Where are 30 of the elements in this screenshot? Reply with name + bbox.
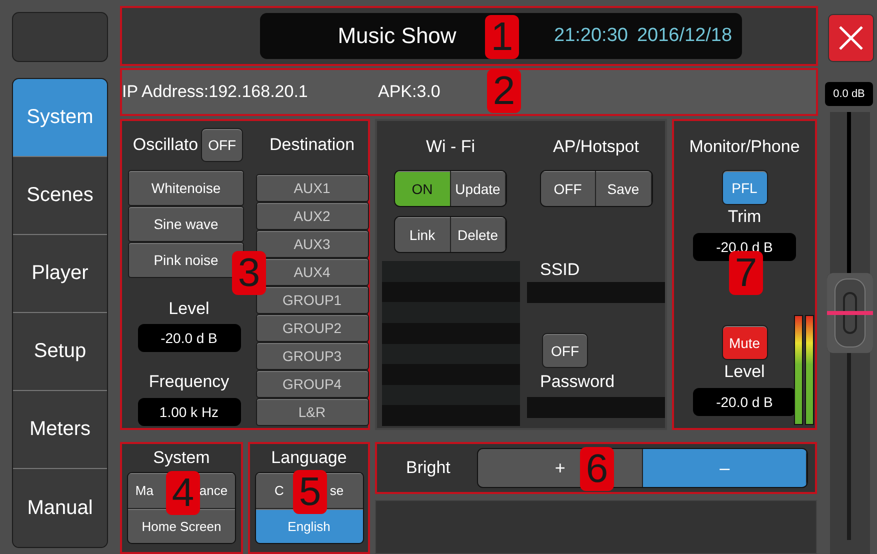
clock-date: 2016/12/18 [636, 25, 732, 46]
show-title: Music Show [338, 23, 456, 48]
callout-tooltip: 3 [232, 251, 266, 295]
hotspot-label: AP/Hotspot [553, 137, 639, 157]
bright-label: Bright [406, 458, 450, 478]
callout-tooltip: 6 [580, 447, 614, 491]
password-label: Password [540, 372, 615, 392]
system-label: System [153, 448, 210, 468]
clock-time: 21:20:30 [554, 25, 628, 46]
frequency-value: 1.00 k Hz [138, 398, 240, 426]
level-label: Level [168, 299, 210, 319]
callout-tooltip: 4 [166, 471, 200, 515]
oscillator-label: Oscillato [132, 135, 198, 155]
destination-label: Destination [269, 135, 355, 155]
language-label: Language [271, 448, 347, 468]
wifi-label: Wi - Fi [426, 137, 476, 157]
apk-version: APK:3.0 [378, 82, 440, 102]
ip-address: IP Address:192.168.20.1 [122, 82, 309, 102]
level-value: -20.0 d B [138, 324, 240, 352]
callout-tooltip: 7 [729, 251, 763, 295]
ssid-label: SSID [540, 260, 580, 280]
frequency-label: Frequency [148, 372, 230, 392]
callout-tooltip: 5 [293, 470, 327, 514]
level-value: -20.0 d B [693, 388, 796, 416]
monitor-label: Monitor/Phone [689, 137, 800, 157]
trim-label: Trim [728, 207, 762, 227]
callout-tooltip: 1 [485, 15, 519, 59]
fader-reading: 0.0 dB [825, 82, 873, 106]
callout-tooltip: 2 [487, 69, 521, 113]
level-label: Level [724, 362, 765, 382]
